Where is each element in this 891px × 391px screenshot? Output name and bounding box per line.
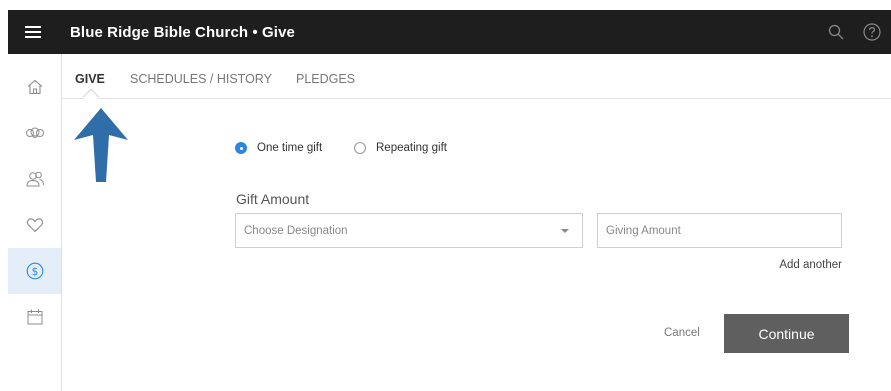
add-another-link[interactable]: Add another	[779, 259, 842, 271]
cancel-button[interactable]: Cancel	[664, 327, 700, 339]
nav-give[interactable]: $	[8, 248, 61, 294]
help-icon[interactable]	[861, 21, 883, 43]
continue-button[interactable]: Continue	[724, 314, 849, 353]
home-icon	[27, 79, 42, 95]
repeating-gift-option[interactable]: Repeating gift	[354, 142, 447, 154]
giving-amount-input[interactable]	[597, 213, 842, 248]
calendar-icon	[27, 309, 42, 325]
repeating-gift-radio[interactable]	[354, 142, 366, 154]
svg-text:$: $	[31, 266, 38, 278]
one-time-gift-radio[interactable]	[235, 142, 247, 154]
tab-pledges[interactable]: PLEDGES	[296, 72, 355, 86]
top-bar-actions	[825, 10, 883, 54]
tab-give[interactable]: GIVE	[75, 72, 105, 86]
hamburger-menu-icon[interactable]	[8, 10, 58, 54]
community-icon	[25, 127, 44, 138]
designation-select[interactable]: Choose Designation	[235, 213, 583, 248]
designation-placeholder: Choose Designation	[244, 224, 348, 237]
left-nav: $	[8, 54, 62, 391]
active-tab-indicator	[82, 88, 100, 106]
app-title: Blue Ridge Bible Church • Give	[70, 23, 295, 41]
nav-calendar[interactable]	[8, 294, 61, 340]
caret-down-icon	[561, 229, 569, 233]
tab-schedules-history[interactable]: SCHEDULES / HISTORY	[130, 72, 272, 86]
one-time-gift-label: One time gift	[257, 142, 323, 154]
repeating-gift-label: Repeating gift	[376, 142, 447, 154]
nav-favorites[interactable]	[8, 202, 61, 248]
callout-arrow-icon	[74, 108, 128, 182]
heart-icon	[26, 218, 43, 233]
one-time-gift-option[interactable]: One time gift	[235, 142, 322, 154]
top-bar: Blue Ridge Bible Church • Give	[8, 10, 891, 54]
nav-community[interactable]	[8, 110, 61, 156]
tab-bar: GIVE SCHEDULES / HISTORY PLEDGES	[62, 54, 891, 106]
nav-home[interactable]	[8, 64, 61, 110]
nav-people[interactable]	[8, 156, 61, 202]
search-icon[interactable]	[825, 21, 847, 43]
people-icon	[25, 171, 44, 187]
gift-amount-label: Gift Amount	[236, 191, 310, 207]
dollar-icon: $	[26, 262, 43, 280]
